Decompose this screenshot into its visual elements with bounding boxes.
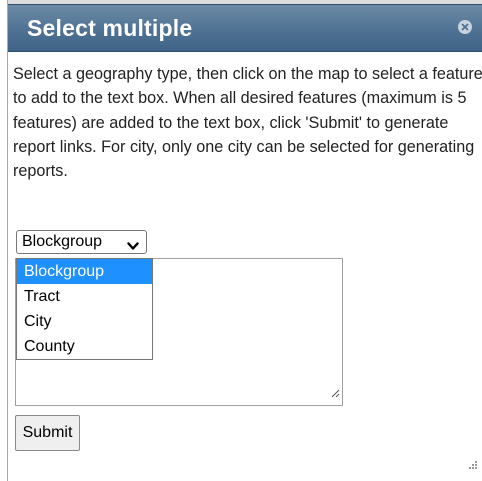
submit-button[interactable]: Submit: [15, 415, 80, 451]
geography-type-select[interactable]: Blockgroup: [16, 230, 147, 254]
close-button[interactable]: [458, 20, 472, 34]
dropdown-option-tract[interactable]: Tract: [17, 284, 152, 309]
geography-type-dropdown-list: Blockgroup Tract City County: [16, 258, 153, 360]
dropdown-option-city[interactable]: City: [17, 309, 152, 334]
dialog-title: Select multiple: [27, 15, 193, 41]
dialog-titlebar[interactable]: Select multiple: [8, 4, 482, 52]
chevron-down-icon: [127, 238, 139, 256]
dropdown-option-blockgroup[interactable]: Blockgroup: [17, 259, 152, 284]
select-multiple-dialog: Select multiple Select a geography type,…: [7, 0, 482, 481]
dropdown-option-county[interactable]: County: [17, 334, 152, 359]
resize-grip-icon[interactable]: [331, 385, 340, 403]
geography-type-selected-value: Blockgroup: [22, 233, 103, 250]
close-icon: [461, 23, 469, 31]
instructions-text: Select a geography type, then click on t…: [13, 65, 482, 181]
dialog-resize-grip-icon[interactable]: [468, 457, 478, 475]
